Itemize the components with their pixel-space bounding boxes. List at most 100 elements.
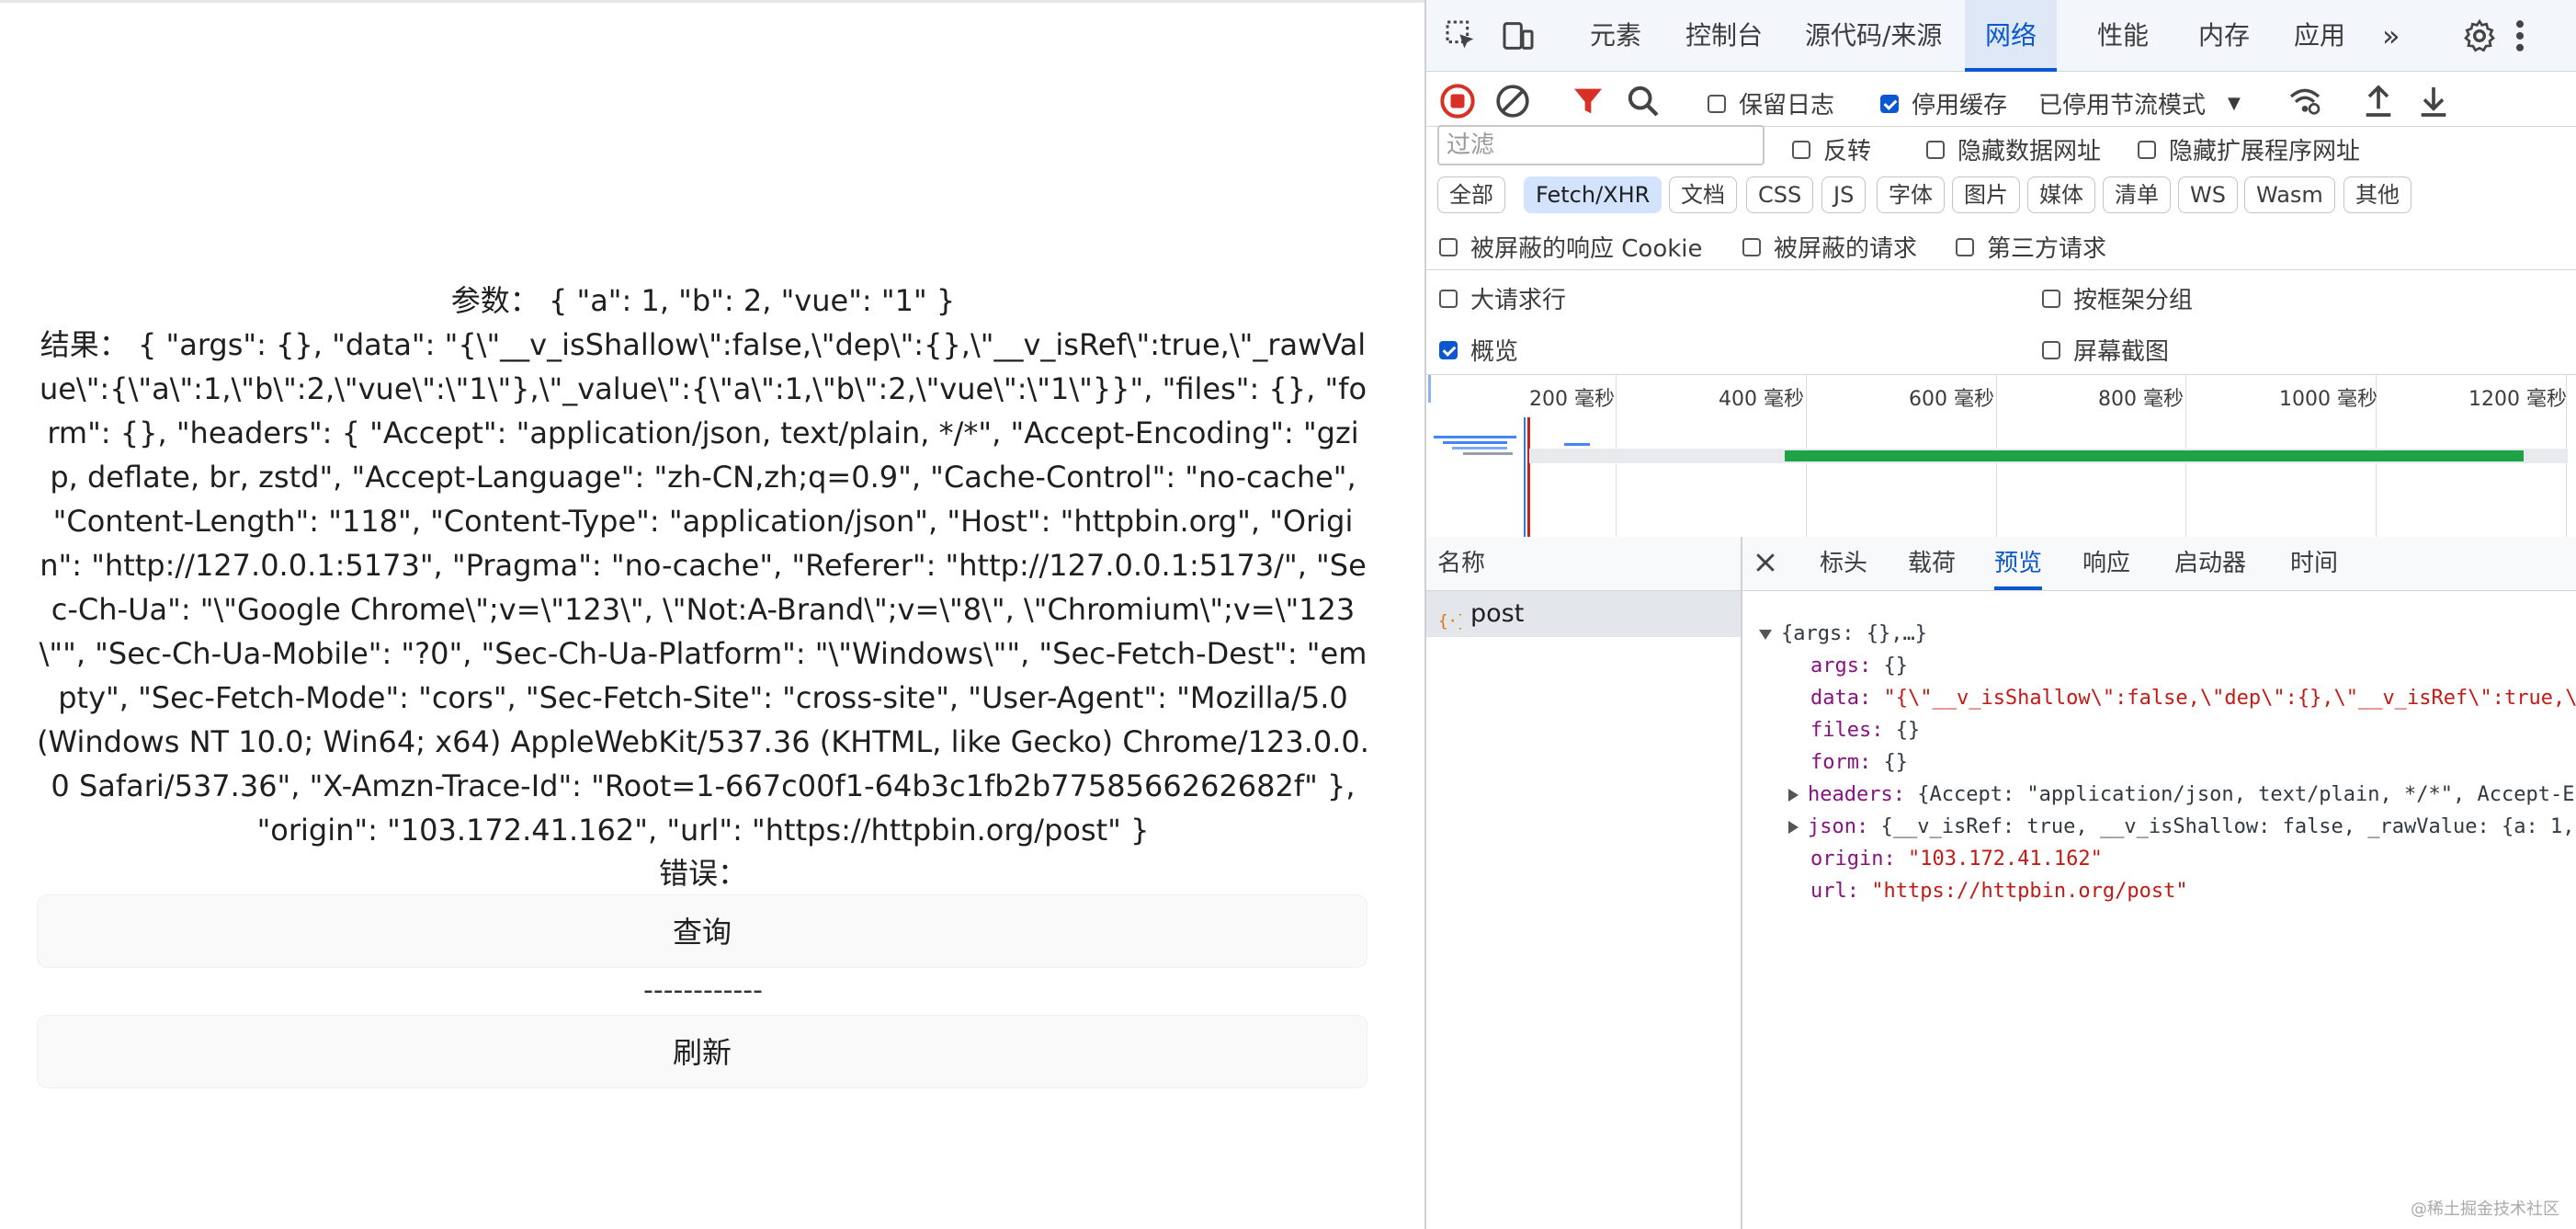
preview-files-row: files: {} — [1810, 714, 1920, 746]
overview-checkbox[interactable]: 概览 — [1439, 333, 1518, 367]
checkbox-box[interactable] — [1792, 140, 1810, 159]
throttling-select[interactable]: 已停用节流模式 ▼ — [2038, 86, 2241, 120]
clear-icon[interactable] — [1494, 83, 1531, 119]
collapsed-triangle-icon[interactable] — [1788, 789, 1799, 802]
json-value: "https://httpbin.org/post" — [1871, 880, 2188, 903]
checkbox-box[interactable] — [2042, 289, 2060, 308]
expand-triangle-icon[interactable] — [1759, 629, 1772, 640]
filter-input[interactable] — [1437, 125, 1765, 165]
checkbox-box-checked[interactable] — [1439, 340, 1458, 359]
options-row: 概览 屏幕截图 — [1426, 324, 2576, 375]
preview-json-row[interactable]: json: {__v_isRef: true, __v_isShallow: f… — [1788, 811, 2574, 843]
checkbox-box[interactable] — [1439, 289, 1458, 308]
blocked-requests-label: 被屏蔽的请求 — [1774, 235, 1918, 263]
tab-performance[interactable]: 性能 — [2097, 0, 2149, 72]
checkbox-box[interactable] — [1439, 237, 1458, 256]
caret-down-icon: ▼ — [2228, 94, 2241, 113]
type-filter-ws[interactable]: WS — [2178, 176, 2238, 213]
name-column-header[interactable]: 名称 — [1426, 537, 1741, 591]
checkbox-box[interactable] — [2138, 140, 2156, 159]
json-key: origin: — [1810, 848, 1896, 871]
group-by-frame-checkbox[interactable]: 按框架分组 — [2042, 281, 2193, 315]
filter-funnel-icon[interactable] — [1570, 83, 1606, 119]
timeline-label: 800 毫秒 — [2098, 388, 2184, 411]
settings-gear-icon[interactable] — [2461, 16, 2498, 56]
stop-recording-icon[interactable] — [1439, 83, 1476, 119]
tab-sources[interactable]: 源代码/来源 — [1805, 0, 1942, 72]
params-text: 参数： { "a": 1, "b": 2, "vue": "1" } — [450, 283, 956, 318]
tab-memory[interactable]: 内存 — [2198, 0, 2250, 72]
close-icon[interactable] — [1752, 549, 1779, 576]
checkbox-box-checked[interactable] — [1880, 94, 1899, 113]
type-filter-wasm[interactable]: Wasm — [2244, 176, 2335, 213]
preserve-log-checkbox[interactable]: 保留日志 — [1708, 86, 1834, 120]
type-filter-doc[interactable]: 文档 — [1669, 176, 1737, 213]
tab-initiator[interactable]: 启动器 — [2174, 537, 2246, 590]
preview-headers-row[interactable]: headers: {Accept: "application/json, tex… — [1788, 779, 2574, 811]
blocked-cookies-checkbox[interactable]: 被屏蔽的响应 Cookie — [1439, 230, 1703, 264]
type-filter-fetch-xhr[interactable]: Fetch/XHR — [1524, 176, 1662, 213]
large-rows-checkbox[interactable]: 大请求行 — [1439, 281, 1566, 315]
third-party-checkbox[interactable]: 第三方请求 — [1956, 230, 2106, 264]
tab-headers[interactable]: 标头 — [1820, 537, 1867, 590]
device-toolbar-icon[interactable] — [1500, 16, 1537, 56]
timeline-left-handle[interactable] — [1428, 375, 1431, 403]
invert-label: 反转 — [1823, 138, 1872, 165]
checkbox-box[interactable] — [1956, 237, 1974, 256]
screenshots-checkbox[interactable]: 屏幕截图 — [2042, 333, 2169, 367]
json-value: {__v_isRef: true, __v_isShallow: false, … — [1880, 815, 2575, 838]
detail-tabbar: 标头 载荷 预览 响应 启动器 时间 — [1742, 537, 2576, 591]
collapsed-triangle-icon[interactable] — [1788, 821, 1799, 834]
type-filter-all[interactable]: 全部 — [1437, 176, 1505, 213]
search-icon[interactable] — [1625, 83, 1662, 119]
tab-console[interactable]: 控制台 — [1685, 0, 1763, 72]
tab-timing[interactable]: 时间 — [2290, 537, 2338, 590]
json-key: headers: — [1808, 783, 1905, 806]
tab-application[interactable]: 应用 — [2294, 0, 2345, 72]
checkbox-box[interactable] — [1742, 237, 1761, 256]
preview-root-row[interactable]: {args: {},…} — [1759, 618, 1927, 650]
json-value: {} — [1883, 751, 1908, 774]
checkbox-box[interactable] — [1708, 94, 1726, 113]
request-row-post[interactable]: {·} post — [1426, 591, 1741, 637]
type-filter-img[interactable]: 图片 — [1952, 176, 2020, 213]
type-filter-media[interactable]: 媒体 — [2027, 176, 2095, 213]
tab-payload[interactable]: 载荷 — [1908, 537, 1956, 590]
refresh-button[interactable]: 刷新 — [37, 1015, 1367, 1088]
query-button[interactable]: 查询 — [37, 894, 1367, 968]
export-har-download-icon[interactable] — [2415, 83, 2452, 119]
type-filter-js[interactable]: JS — [1821, 176, 1867, 213]
type-filter-other[interactable]: 其他 — [2343, 176, 2411, 213]
import-har-upload-icon[interactable] — [2360, 83, 2397, 119]
invert-checkbox[interactable]: 反转 — [1792, 132, 1871, 166]
json-key: args: — [1810, 654, 1872, 677]
more-tabs-chevron-icon[interactable]: » — [2382, 0, 2400, 72]
kebab-menu-icon[interactable] — [2511, 16, 2529, 56]
hide-data-urls-label: 隐藏数据网址 — [1958, 138, 2102, 165]
hide-data-urls-checkbox[interactable]: 隐藏数据网址 — [1926, 132, 2101, 166]
json-value: "{\"__v_isShallow\":false,\"dep\":{},\"_… — [1883, 687, 2576, 710]
preview-args-row: args: {} — [1810, 650, 1908, 682]
json-key: form: — [1810, 751, 1872, 774]
svg-text:{·}: {·} — [1438, 613, 1461, 632]
json-value: {Accept: "application/json, text/plain, … — [1917, 783, 2575, 806]
tab-elements[interactable]: 元素 — [1590, 0, 1641, 72]
large-rows-label: 大请求行 — [1470, 287, 1567, 314]
hide-extension-urls-label: 隐藏扩展程序网址 — [2169, 138, 2361, 165]
checkbox-box[interactable] — [1926, 140, 1945, 159]
type-filter-font[interactable]: 字体 — [1877, 176, 1945, 213]
tab-response[interactable]: 响应 — [2082, 537, 2130, 590]
disable-cache-checkbox[interactable]: 停用缓存 — [1880, 86, 2007, 120]
blocked-requests-checkbox[interactable]: 被屏蔽的请求 — [1742, 230, 1917, 264]
hide-extension-urls-checkbox[interactable]: 隐藏扩展程序网址 — [2138, 132, 2360, 166]
network-overview-timeline[interactable]: 200 毫秒 400 毫秒 600 毫秒 800 毫秒 1000 毫秒 1200… — [1426, 375, 2576, 538]
type-filter-manifest[interactable]: 清单 — [2103, 176, 2171, 213]
checkbox-box[interactable] — [2042, 340, 2060, 359]
tab-preview[interactable]: 预览 — [1994, 537, 2043, 590]
inspect-element-icon[interactable] — [1443, 16, 1480, 56]
tab-network[interactable]: 网络 — [1965, 0, 2058, 72]
timeline-label: 200 毫秒 — [1529, 388, 1615, 411]
network-conditions-wifi-icon[interactable] — [2287, 83, 2323, 119]
type-filter-css[interactable]: CSS — [1746, 176, 1814, 213]
request-detail-pane: 标头 载荷 预览 响应 启动器 时间 {args: {},…} args: {}… — [1742, 537, 2576, 1229]
